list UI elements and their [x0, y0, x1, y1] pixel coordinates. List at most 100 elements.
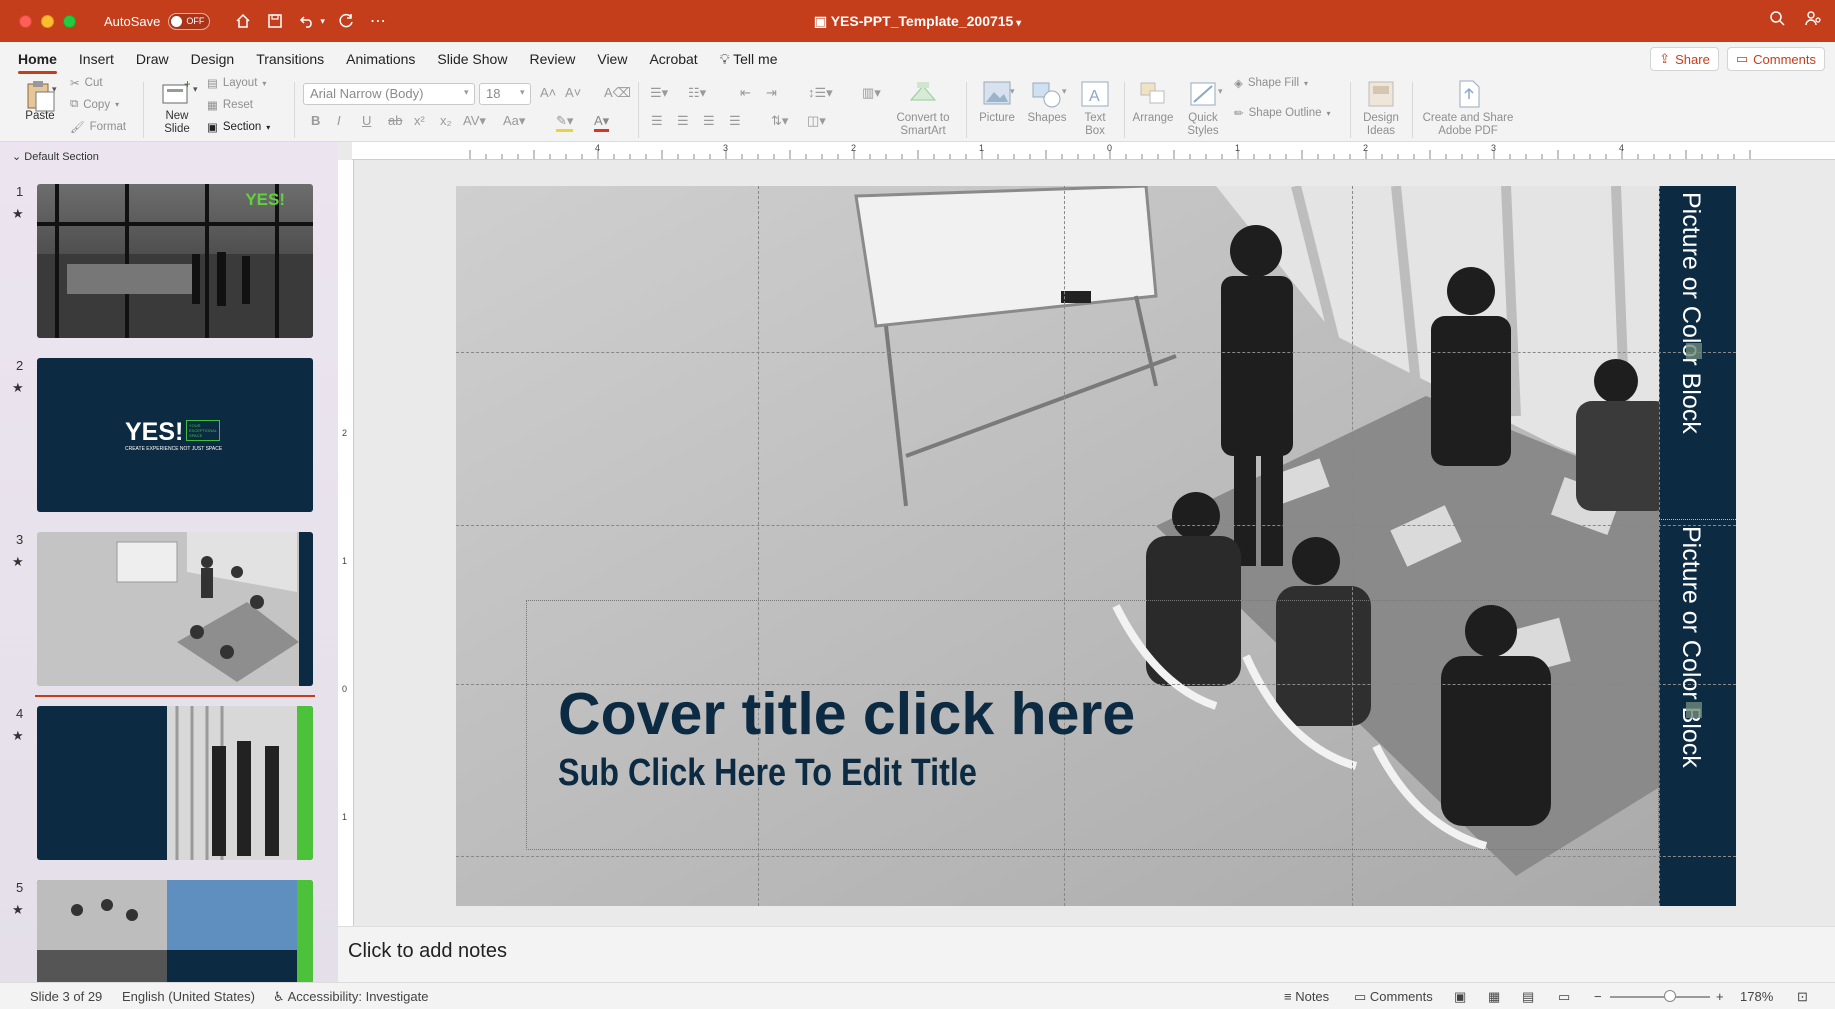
close-window-button[interactable]: [19, 14, 32, 28]
tab-transitions[interactable]: Transitions: [245, 42, 335, 76]
bullets-icon[interactable]: ☰▾: [650, 85, 668, 101]
format-painter-button[interactable]: 🖌︎ Format: [70, 120, 126, 134]
increase-font-icon[interactable]: A˄: [540, 85, 556, 100]
notes-placeholder[interactable]: Click to add notes: [348, 940, 507, 963]
slide-subtitle[interactable]: Sub Click Here To Edit Title: [558, 752, 977, 795]
tab-view[interactable]: View: [586, 42, 638, 76]
minimize-window-button[interactable]: [41, 14, 54, 28]
clear-formatting-icon[interactable]: A⌫: [604, 85, 631, 101]
align-left-icon[interactable]: ☰: [651, 113, 663, 129]
notes-pane[interactable]: Click to add notes: [338, 926, 1835, 982]
paste-button[interactable]: Paste: [16, 76, 66, 142]
search-icon[interactable]: [1769, 10, 1785, 31]
picture-placeholder-icon[interactable]: [1686, 702, 1702, 718]
italic-icon[interactable]: I: [337, 113, 341, 128]
slide-thumbnail-2[interactable]: YES! YOUR EXCEPTIONAL SPACE CREATE EXPER…: [37, 358, 313, 512]
share-button[interactable]: ⇪ Share: [1650, 47, 1719, 71]
justify-icon[interactable]: ☰: [729, 113, 741, 129]
align-center-icon[interactable]: ☰: [677, 113, 689, 129]
shape-outline-button[interactable]: ✏ Shape Outline ▾: [1234, 106, 1331, 120]
font-size-dropdown-icon[interactable]: ▾: [520, 87, 525, 98]
columns-icon[interactable]: ▥▾: [862, 85, 881, 101]
decrease-font-icon[interactable]: A˅: [565, 85, 581, 100]
tab-slide-show[interactable]: Slide Show: [426, 42, 518, 76]
underline-icon[interactable]: U: [362, 113, 371, 128]
slide-sorter-icon[interactable]: ▦: [1488, 989, 1500, 1005]
text-direction-icon[interactable]: ⇅▾: [771, 113, 788, 129]
tab-animations[interactable]: Animations: [335, 42, 426, 76]
reset-button[interactable]: ▦ Reset: [207, 98, 253, 112]
section-button[interactable]: ▣ Section ▾: [207, 120, 270, 134]
tab-home[interactable]: Home: [7, 42, 68, 76]
convert-smartart-button[interactable]: Convert to SmartArt: [887, 76, 959, 142]
shapes-dropdown-icon[interactable]: ▾: [1062, 86, 1067, 97]
paste-dropdown-icon[interactable]: ▾: [52, 84, 57, 95]
autosave-toggle[interactable]: OFF: [168, 12, 211, 30]
save-icon[interactable]: [264, 10, 286, 32]
zoom-slider-thumb[interactable]: [1664, 990, 1676, 1002]
notes-toggle[interactable]: ≡ Notes: [1284, 989, 1329, 1004]
align-text-icon[interactable]: ◫▾: [807, 113, 826, 129]
picture-dropdown-icon[interactable]: ▾: [1010, 86, 1015, 97]
font-color-icon[interactable]: A▾: [594, 113, 610, 132]
section-header[interactable]: ⌄ Default Section: [12, 150, 99, 163]
zoom-in-icon[interactable]: +: [1716, 989, 1724, 1004]
increase-indent-icon[interactable]: ⇥: [766, 85, 777, 101]
slide-thumbnail-1[interactable]: YES!: [37, 184, 313, 338]
align-right-icon[interactable]: ☰: [703, 113, 715, 129]
undo-icon[interactable]: [296, 10, 318, 32]
slide-thumbnail-4[interactable]: [37, 706, 313, 860]
line-spacing-icon[interactable]: ↕☰▾: [808, 85, 833, 101]
redo-icon[interactable]: [335, 10, 357, 32]
slide-thumbnails-pane[interactable]: ⌄ Default Section 1 ★ YES! 2 ★ YES! YOUR…: [0, 142, 338, 982]
layout-button[interactable]: ▤ Layout ▾: [207, 76, 266, 90]
tab-design[interactable]: Design: [180, 42, 246, 76]
slide-canvas[interactable]: Cover title click here Sub Click Here To…: [456, 186, 1736, 906]
character-spacing-icon[interactable]: AV▾: [463, 113, 486, 129]
bold-icon[interactable]: B: [311, 113, 320, 128]
account-icon[interactable]: [1805, 10, 1821, 31]
highlight-icon[interactable]: ✎▾: [556, 113, 574, 132]
font-name-select[interactable]: Arial Narrow (Body): [303, 83, 475, 105]
cut-button[interactable]: ✂ Cut: [70, 76, 103, 90]
tab-review[interactable]: Review: [518, 42, 586, 76]
accessibility-check[interactable]: ♿︎ Accessibility: Investigate: [273, 989, 428, 1005]
tab-acrobat[interactable]: Acrobat: [638, 42, 708, 76]
slide-thumbnail-3[interactable]: [37, 532, 313, 686]
comments-button[interactable]: ▭ Comments: [1726, 47, 1825, 71]
strikethrough-icon[interactable]: ab: [388, 113, 402, 128]
zoom-slider[interactable]: [1610, 996, 1710, 998]
decrease-indent-icon[interactable]: ⇤: [740, 85, 751, 101]
copy-button[interactable]: ⧉ Copy ▾: [70, 98, 119, 111]
side-block-text-top[interactable]: Picture or Color Block: [1676, 192, 1705, 434]
slide-title[interactable]: Cover title click here: [558, 680, 1135, 748]
shape-fill-button[interactable]: ◈ Shape Fill ▾: [1234, 76, 1308, 90]
normal-view-icon[interactable]: ▣: [1454, 989, 1466, 1005]
slide-show-icon[interactable]: ▭: [1558, 989, 1570, 1005]
picture-placeholder-icon[interactable]: [1686, 343, 1702, 359]
text-box-button[interactable]: A Text Box: [1074, 76, 1116, 142]
font-name-dropdown-icon[interactable]: ▾: [464, 87, 469, 98]
home-icon[interactable]: [232, 10, 254, 32]
more-icon[interactable]: ⋯: [367, 10, 389, 32]
comments-toggle[interactable]: ▭ Comments: [1354, 989, 1433, 1005]
slide-editor[interactable]: 4 3 2 1 0 1 2 3 4 2 1 0 1 2: [338, 142, 1835, 950]
zoom-level[interactable]: 178%: [1740, 989, 1773, 1004]
design-ideas-button[interactable]: Design Ideas: [1356, 76, 1406, 142]
zoom-window-button[interactable]: [63, 14, 76, 28]
create-share-pdf-button[interactable]: Create and Share Adobe PDF: [1418, 76, 1518, 142]
numbering-icon[interactable]: ☷▾: [688, 85, 706, 101]
side-block-text-bottom[interactable]: Picture or Color Block: [1676, 526, 1705, 768]
autosave-control[interactable]: AutoSave OFF: [104, 12, 211, 30]
zoom-out-icon[interactable]: −: [1594, 989, 1602, 1004]
tab-insert[interactable]: Insert: [68, 42, 125, 76]
subscript-icon[interactable]: x₂: [440, 113, 452, 128]
language-indicator[interactable]: English (United States): [122, 989, 255, 1004]
tell-me[interactable]: 💡︎ Tell me: [709, 42, 789, 76]
tab-draw[interactable]: Draw: [125, 42, 180, 76]
slide-thumbnail-5[interactable]: [37, 880, 313, 982]
superscript-icon[interactable]: x²: [414, 113, 425, 128]
arrange-button[interactable]: Arrange: [1130, 76, 1176, 142]
change-case-icon[interactable]: Aa▾: [503, 113, 525, 129]
new-slide-dropdown-icon[interactable]: ▾: [193, 84, 198, 95]
